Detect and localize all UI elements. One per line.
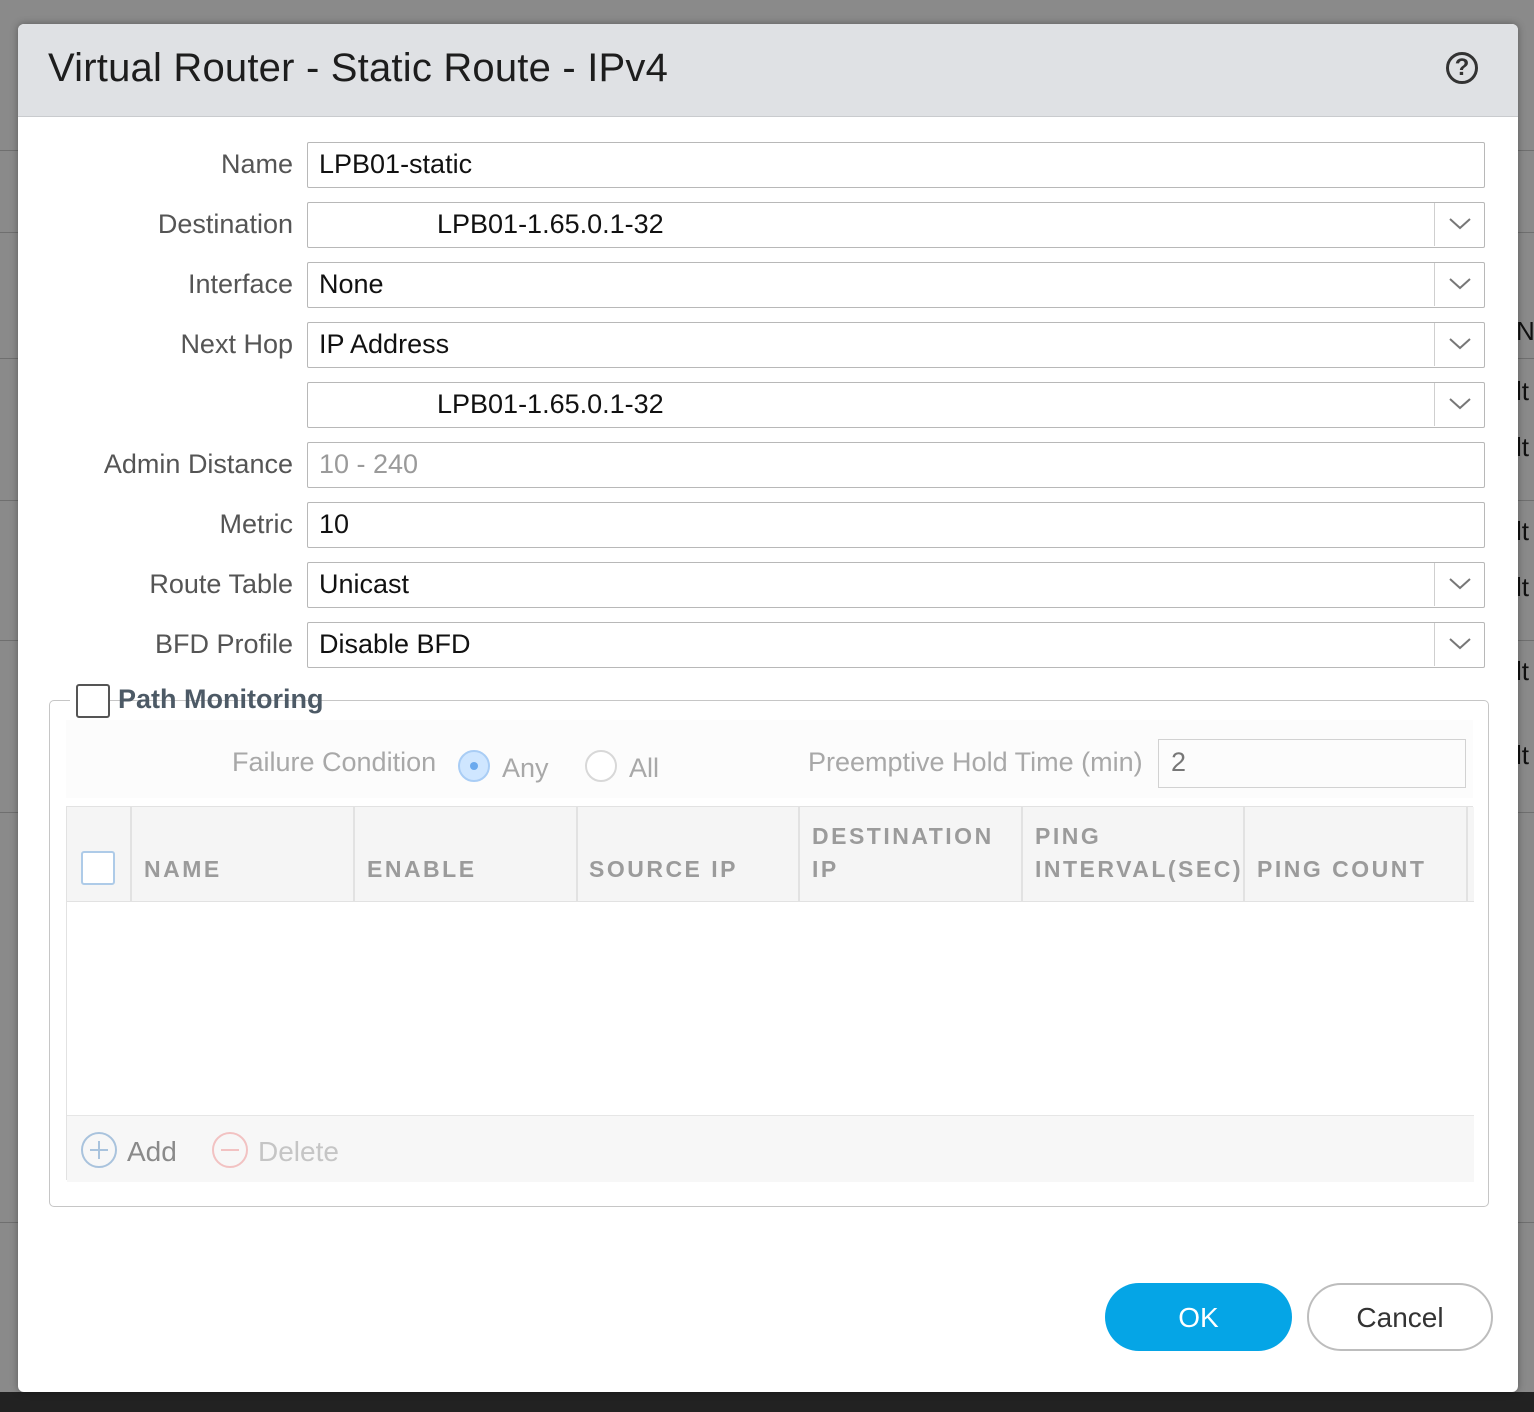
- chevron-down-icon[interactable]: [1434, 263, 1484, 306]
- table-footer: Add Delete: [67, 1115, 1474, 1182]
- help-icon[interactable]: ?: [1446, 52, 1478, 84]
- path-monitor-table: NAME ENABLE SOURCE IP DESTINATION IP PIN…: [66, 806, 1474, 1182]
- name-label: Name: [220, 149, 293, 179]
- column-divider: [1021, 807, 1023, 901]
- metric-input[interactable]: 10: [307, 502, 1485, 548]
- chevron-down-icon[interactable]: [1434, 563, 1484, 606]
- preemptive-hold-value: 2: [1171, 747, 1187, 777]
- static-route-dialog: Virtual Router - Static Route - IPv4 ? N…: [18, 24, 1518, 1392]
- preemptive-hold-input[interactable]: 2: [1158, 739, 1466, 788]
- col-enable[interactable]: ENABLE: [367, 853, 477, 886]
- destination-value: LPB01-1.65.0.1-32: [437, 209, 664, 239]
- radio-all-label: All: [629, 753, 660, 783]
- dialog-title: Virtual Router - Static Route - IPv4: [48, 46, 669, 90]
- add-button[interactable]: Add: [127, 1136, 177, 1168]
- column-divider: [130, 807, 132, 901]
- route-table-value: Unicast: [319, 569, 410, 599]
- bg-text-fragment: N: [1516, 316, 1534, 346]
- destination-label: Destination: [157, 209, 293, 239]
- next-hop-label: Next Hop: [180, 329, 293, 359]
- column-divider: [576, 807, 578, 901]
- metric-value: 10: [319, 509, 350, 539]
- name-value: LPB01-static: [319, 149, 473, 179]
- column-divider: [353, 807, 355, 901]
- path-monitoring-label: Path Monitoring: [118, 684, 324, 714]
- add-icon[interactable]: [81, 1132, 117, 1168]
- interface-label: Interface: [187, 269, 293, 299]
- bfd-profile-label: BFD Profile: [154, 629, 293, 659]
- metric-label: Metric: [219, 509, 294, 539]
- col-interval-line1: PING: [1035, 823, 1102, 849]
- chevron-down-icon[interactable]: [1434, 323, 1484, 366]
- interface-select[interactable]: None: [307, 262, 1485, 308]
- col-destination-line2: IP: [812, 856, 839, 882]
- interface-value: None: [319, 269, 384, 299]
- preemptive-hold-label: Preemptive Hold Time (min): [808, 747, 1143, 777]
- dialog-header: Virtual Router - Static Route - IPv4 ?: [18, 24, 1518, 117]
- admin-distance-placeholder: 10 - 240: [319, 449, 419, 479]
- col-ping-count[interactable]: PING COUNT: [1257, 853, 1426, 886]
- admin-distance-input[interactable]: 10 - 240: [307, 442, 1485, 488]
- col-destination-line1: DESTINATION: [812, 823, 994, 849]
- bfd-profile-select[interactable]: Disable BFD: [307, 622, 1485, 668]
- next-hop-type-value: IP Address: [319, 329, 450, 359]
- route-table-label: Route Table: [149, 569, 293, 599]
- col-interval-line2: INTERVAL(SEC): [1035, 856, 1243, 882]
- next-hop-type-select[interactable]: IP Address: [307, 322, 1485, 368]
- chevron-down-icon[interactable]: [1434, 623, 1484, 666]
- next-hop-address-select[interactable]: LPB01-1.65.0.1-32: [307, 382, 1485, 428]
- table-header: NAME ENABLE SOURCE IP DESTINATION IP PIN…: [67, 807, 1474, 902]
- path-monitoring-legend: Path Monitoring: [70, 684, 323, 720]
- radio-any-label: Any: [502, 753, 549, 783]
- ok-button[interactable]: OK: [1105, 1283, 1292, 1351]
- taskbar: [0, 1392, 1534, 1412]
- col-ping-interval[interactable]: PING INTERVAL(SEC): [1035, 820, 1243, 886]
- bfd-profile-value: Disable BFD: [319, 629, 471, 659]
- col-destination-ip[interactable]: DESTINATION IP: [812, 820, 994, 886]
- cancel-button[interactable]: Cancel: [1307, 1283, 1493, 1351]
- route-table-select[interactable]: Unicast: [307, 562, 1485, 608]
- name-input[interactable]: LPB01-static: [307, 142, 1485, 188]
- col-source-ip[interactable]: SOURCE IP: [589, 853, 738, 886]
- column-divider: [798, 807, 800, 901]
- chevron-down-icon[interactable]: [1434, 383, 1484, 426]
- select-all-checkbox[interactable]: [81, 851, 115, 885]
- chevron-down-icon[interactable]: [1434, 203, 1484, 246]
- path-monitoring-checkbox[interactable]: [76, 684, 110, 718]
- delete-button: Delete: [258, 1136, 339, 1167]
- delete-icon: [212, 1132, 248, 1168]
- radio-all[interactable]: [585, 750, 617, 782]
- failure-condition-label: Failure Condition: [232, 747, 437, 777]
- col-name[interactable]: NAME: [144, 853, 222, 886]
- destination-select[interactable]: LPB01-1.65.0.1-32: [307, 202, 1485, 248]
- column-divider: [1243, 807, 1245, 901]
- next-hop-address-value: LPB01-1.65.0.1-32: [437, 389, 664, 419]
- column-divider: [1466, 807, 1468, 901]
- admin-distance-label: Admin Distance: [103, 449, 293, 479]
- radio-any[interactable]: [458, 750, 490, 782]
